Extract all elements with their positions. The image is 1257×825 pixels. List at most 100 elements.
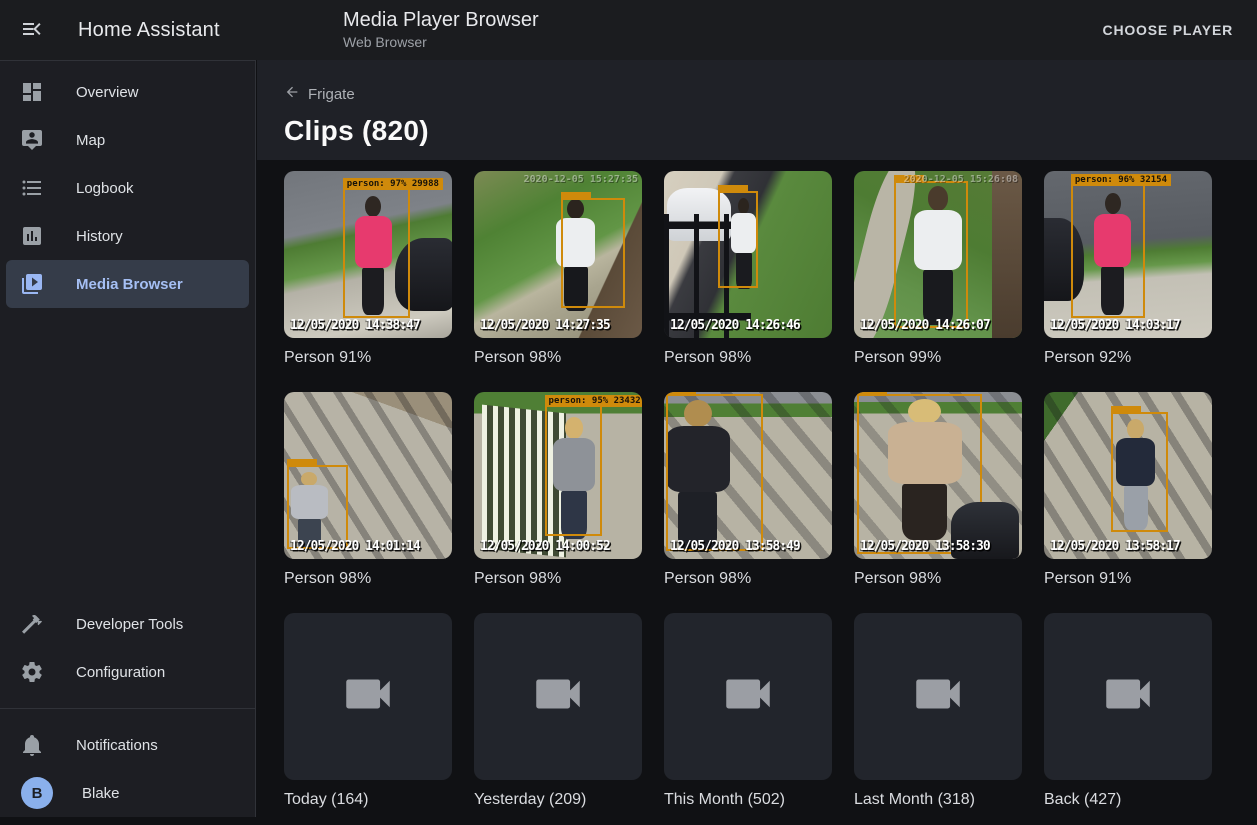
sidebar-item-label: History xyxy=(76,228,123,245)
arrow-left-icon xyxy=(284,84,300,104)
history-chart-icon xyxy=(20,224,44,248)
detection-bounding-box xyxy=(287,465,347,549)
clip-timestamp: 12/05/2020 14:26:46 xyxy=(670,318,800,333)
detection-tag: person: 97% 29988 xyxy=(343,178,443,190)
clip-caption: Person 92% xyxy=(1044,347,1212,369)
menu-open-icon xyxy=(20,17,44,44)
clip-caption: Person 99% xyxy=(854,347,1022,369)
media-browser-icon xyxy=(20,272,44,296)
folder-card[interactable]: Yesterday (209) xyxy=(474,613,642,811)
sidebar-item-label: Media Browser xyxy=(76,276,183,293)
sidebar-item-label: Logbook xyxy=(76,180,134,197)
clip-caption: Person 98% xyxy=(284,568,452,590)
clip-card[interactable]: 2020-12-05 15:26:08 12/05/2020 14:26:07 … xyxy=(854,171,1022,369)
clip-timestamp: 12/05/2020 13:58:30 xyxy=(860,539,990,554)
app-title: Home Assistant xyxy=(78,19,220,42)
folder-thumbnail xyxy=(474,613,642,780)
clip-card[interactable]: 12/05/2020 14:26:46 Person 98% xyxy=(664,171,832,369)
sidebar-item-history[interactable]: History xyxy=(6,212,249,260)
detection-tag xyxy=(561,192,591,200)
sidebar-divider xyxy=(0,708,255,709)
detection-bounding-box: person: 96% 32154 xyxy=(1071,184,1145,318)
clip-caption: Person 98% xyxy=(664,568,832,590)
sidebar-item-label: Configuration xyxy=(76,664,165,681)
folder-thumbnail xyxy=(284,613,452,780)
sidebar-item-label: Developer Tools xyxy=(76,616,183,633)
folder-card[interactable]: Back (427) xyxy=(1044,613,1212,811)
video-camera-icon xyxy=(719,665,777,728)
detection-tag xyxy=(1111,406,1141,414)
detection-bounding-box: person: 97% 29988 xyxy=(343,188,410,318)
detection-tag xyxy=(718,185,748,193)
folder-label: Back (427) xyxy=(1044,789,1212,811)
clip-card[interactable]: 12/05/2020 14:01:14 Person 98% xyxy=(284,392,452,590)
sidebar-item-notifications[interactable]: Notifications xyxy=(6,721,249,769)
detection-tag xyxy=(857,392,887,396)
notifications-label: Notifications xyxy=(76,737,158,754)
dashboard-icon xyxy=(20,80,44,104)
bell-icon xyxy=(20,733,44,757)
clip-card[interactable]: person: 96% 32154 12/05/2020 14:03:17 Pe… xyxy=(1044,171,1212,369)
clip-card[interactable]: 12/05/2020 13:58:30 Person 98% xyxy=(854,392,1022,590)
breadcrumb-label: Frigate xyxy=(308,86,355,103)
folder-label: This Month (502) xyxy=(664,789,832,811)
camera-osd-text: 2020-12-05 15:27:35 xyxy=(524,174,638,185)
sidebar-item-profile[interactable]: B Blake xyxy=(6,769,249,817)
clip-timestamp: 12/05/2020 14:01:14 xyxy=(290,539,420,554)
clip-timestamp: 12/05/2020 13:58:17 xyxy=(1050,539,1180,554)
folder-thumbnail xyxy=(854,613,1022,780)
folder-card[interactable]: Today (164) xyxy=(284,613,452,811)
clip-thumbnail: 12/05/2020 13:58:49 xyxy=(664,392,832,559)
detection-bounding-box xyxy=(1111,412,1168,532)
sidebar-bottom: Developer Tools Configuration Notificati… xyxy=(0,600,255,817)
profile-name: Blake xyxy=(82,785,120,802)
detection-bounding-box xyxy=(857,394,981,554)
folder-label: Last Month (318) xyxy=(854,789,1022,811)
sidebar-item-developer-tools[interactable]: Developer Tools xyxy=(6,600,249,648)
map-person-icon xyxy=(20,128,44,152)
clip-card[interactable]: 12/05/2020 13:58:49 Person 98% xyxy=(664,392,832,590)
clip-timestamp: 12/05/2020 13:58:49 xyxy=(670,539,800,554)
folder-label: Today (164) xyxy=(284,789,452,811)
media-player-browser-title: Media Player Browser xyxy=(343,9,539,32)
sidebar-item-logbook[interactable]: Logbook xyxy=(6,164,249,212)
hammer-icon xyxy=(20,612,44,636)
video-camera-icon xyxy=(339,665,397,728)
clip-timestamp: 12/05/2020 14:00:52 xyxy=(480,539,610,554)
sidebar-item-label: Map xyxy=(76,132,105,149)
logbook-list-icon xyxy=(20,176,44,200)
folder-card[interactable]: Last Month (318) xyxy=(854,613,1022,811)
clip-card[interactable]: person: 97% 29988 12/05/2020 14:38:47 Pe… xyxy=(284,171,452,369)
folder-card[interactable]: This Month (502) xyxy=(664,613,832,811)
clip-card[interactable]: 12/05/2020 13:58:17 Person 91% xyxy=(1044,392,1212,590)
sidebar-tools: Developer Tools Configuration xyxy=(0,600,255,696)
sidebar-item-overview[interactable]: Overview xyxy=(6,68,249,116)
detection-tag: person: 96% 32154 xyxy=(1071,174,1171,186)
clips-grid: person: 97% 29988 12/05/2020 14:38:47 Pe… xyxy=(257,160,1257,825)
sidebar-item-configuration[interactable]: Configuration xyxy=(6,648,249,696)
clip-thumbnail: 12/05/2020 14:01:14 xyxy=(284,392,452,559)
detection-bounding-box: person: 95% 23432 xyxy=(545,405,602,535)
sidebar-toggle-button[interactable] xyxy=(10,8,54,52)
clip-caption: Person 98% xyxy=(854,568,1022,590)
clip-timestamp: 12/05/2020 14:26:07 xyxy=(860,318,990,333)
clip-caption: Person 98% xyxy=(474,568,642,590)
detection-bounding-box xyxy=(561,198,625,308)
sidebar-item-map[interactable]: Map xyxy=(6,116,249,164)
detection-bounding-box xyxy=(894,181,968,328)
detection-tag xyxy=(666,392,696,396)
detection-tag xyxy=(287,459,317,467)
clip-card[interactable]: 2020-12-05 15:27:35 12/05/2020 14:27:35 … xyxy=(474,171,642,369)
gear-icon xyxy=(20,660,44,684)
breadcrumb-frigate[interactable]: Frigate xyxy=(284,84,355,104)
web-browser-subtitle: Web Browser xyxy=(343,34,539,50)
folder-thumbnail xyxy=(1044,613,1212,780)
video-camera-icon xyxy=(1099,665,1157,728)
choose-player-button[interactable]: CHOOSE PLAYER xyxy=(1095,14,1241,46)
sidebar-item-media-browser[interactable]: Media Browser xyxy=(6,260,249,308)
sidebar-item-label: Overview xyxy=(76,84,139,101)
main-content: Frigate Clips (820) person: 97% 29988 12… xyxy=(257,60,1257,817)
folder-thumbnail xyxy=(664,613,832,780)
clip-caption: Person 98% xyxy=(474,347,642,369)
clip-card[interactable]: person: 95% 23432 12/05/2020 14:00:52 Pe… xyxy=(474,392,642,590)
